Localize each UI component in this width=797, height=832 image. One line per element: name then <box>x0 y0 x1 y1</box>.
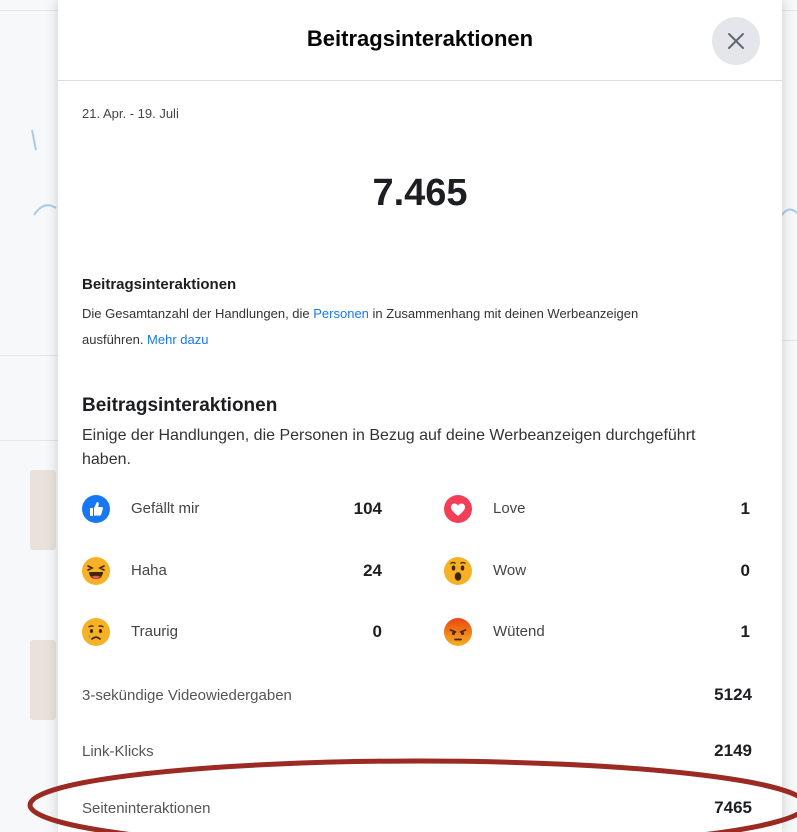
highlight-ellipse-annotation <box>27 758 797 832</box>
